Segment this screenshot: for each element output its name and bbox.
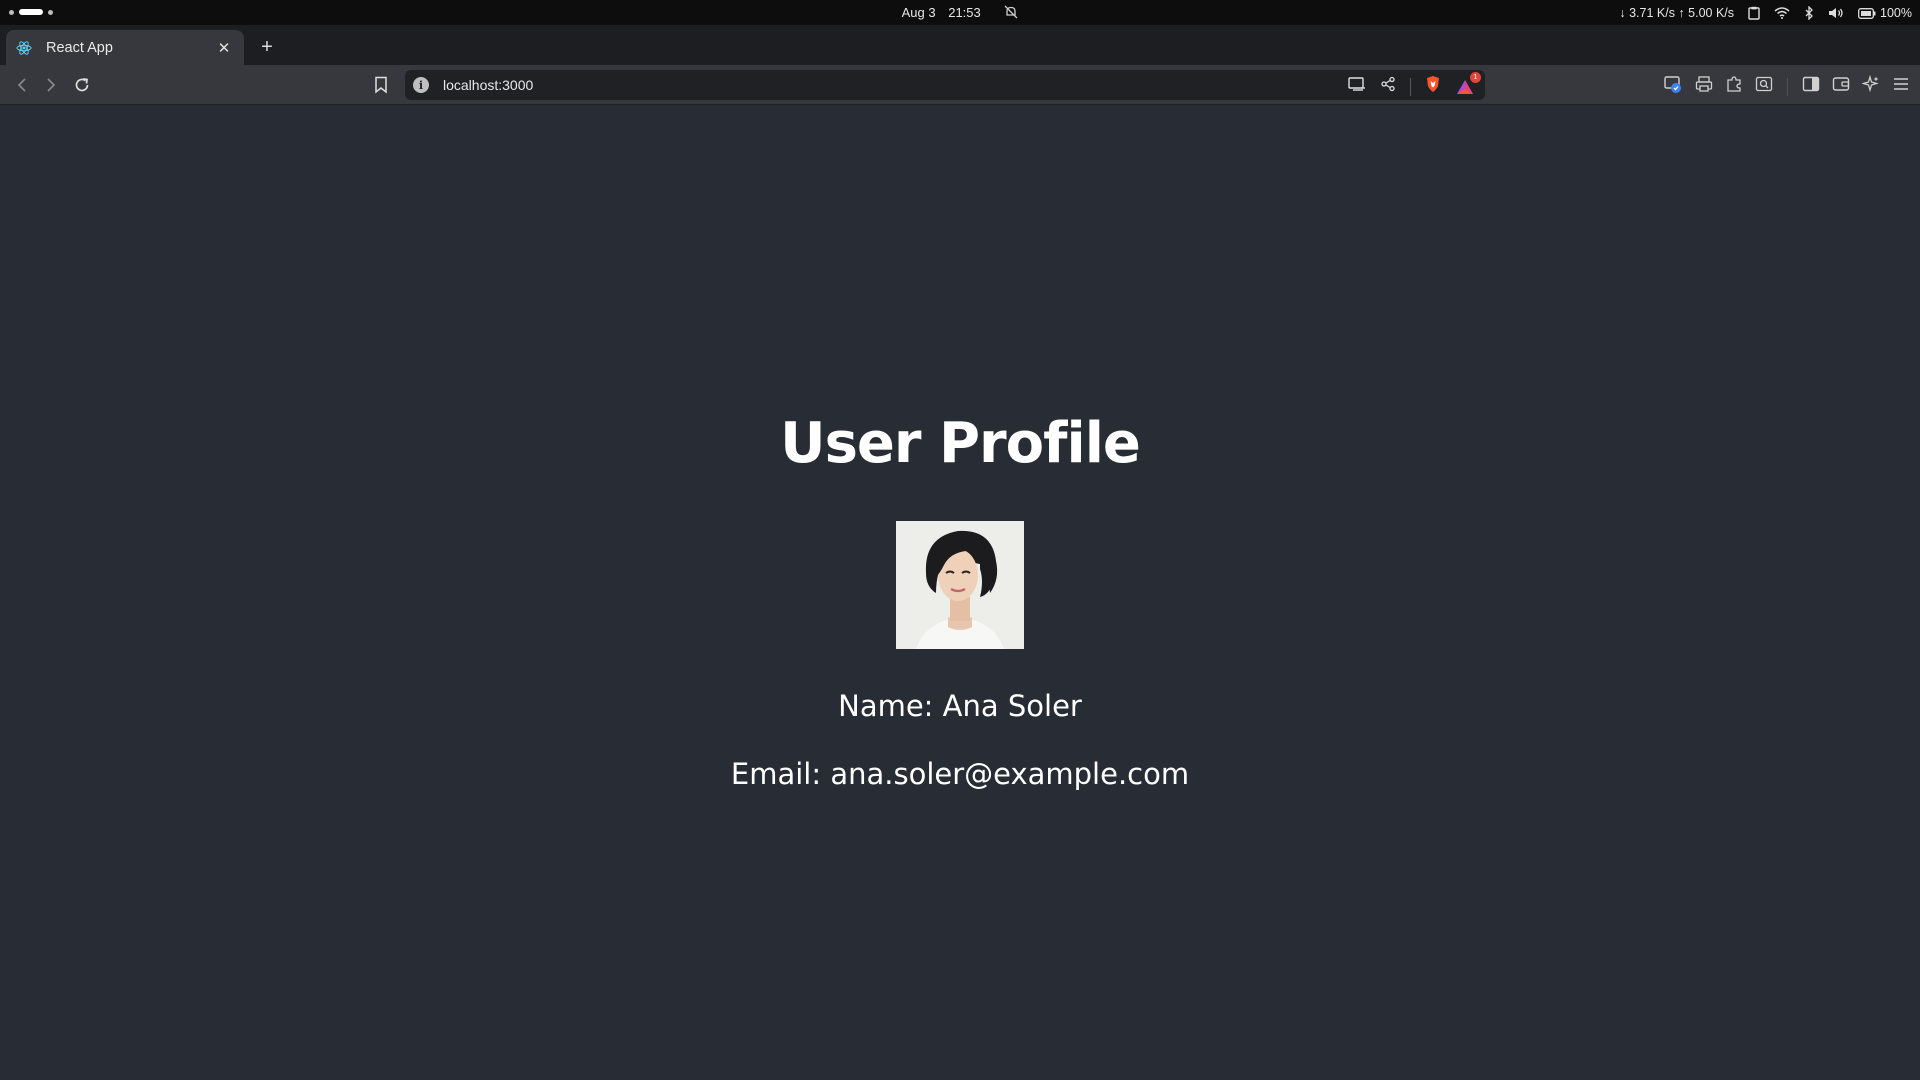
battery-indicator[interactable]: 100% — [1858, 6, 1912, 20]
workspace-dot[interactable] — [48, 9, 53, 15]
rewards-badge: 1 — [1470, 71, 1481, 83]
reload-icon — [75, 78, 89, 92]
notifications-muted-icon[interactable] — [1004, 5, 1018, 22]
divider — [1410, 77, 1411, 96]
bookmark-button[interactable] — [370, 74, 392, 96]
workspace-dot[interactable] — [9, 9, 14, 15]
screenshot-icon[interactable] — [1755, 75, 1773, 98]
divider — [1787, 77, 1788, 96]
bluetooth-icon[interactable] — [1804, 6, 1814, 20]
profile-name: Name: Ana Soler — [838, 689, 1082, 723]
page-content: User Profile Name: Ana Soler Email: ana.… — [0, 105, 1920, 1080]
battery-percentage: 100% — [1880, 6, 1912, 20]
menu-icon[interactable] — [1892, 75, 1910, 98]
new-tab-button[interactable]: + — [256, 36, 278, 58]
wifi-icon[interactable] — [1774, 7, 1790, 19]
forward-button[interactable] — [40, 74, 62, 96]
reload-button[interactable] — [71, 74, 93, 96]
clock-time[interactable]: 21:53 — [948, 5, 981, 20]
system-tray[interactable]: ↓ 3.71 K/s ↑ 5.00 K/s 100% — [1619, 3, 1912, 23]
brave-rewards-button[interactable]: 1 — [1455, 71, 1481, 97]
site-info-icon[interactable]: i — [413, 77, 429, 93]
back-arrow-icon — [17, 78, 26, 92]
clock-date[interactable]: Aug 3 — [902, 5, 936, 20]
print-icon[interactable] — [1695, 75, 1713, 98]
avatar — [896, 521, 1024, 649]
extensions-puzzle-icon[interactable] — [1725, 75, 1743, 98]
network-speed: ↓ 3.71 K/s ↑ 5.00 K/s — [1619, 6, 1735, 20]
page-title: User Profile — [780, 411, 1141, 476]
system-top-bar: Aug 3 21:53 ↓ 3.71 K/s ↑ 5.00 K/s 100% — [0, 0, 1920, 25]
cast-icon[interactable] — [1348, 76, 1366, 97]
forward-arrow-icon — [47, 78, 56, 92]
back-button[interactable] — [11, 74, 33, 96]
tab-title: React App — [46, 39, 113, 56]
clipboard-icon[interactable] — [1748, 6, 1760, 20]
sidebar-toggle-icon[interactable] — [1802, 75, 1820, 98]
browser-tab-active[interactable]: React App ✕ — [6, 30, 244, 65]
workspace-indicator[interactable] — [9, 9, 53, 15]
profile-email: Email: ana.soler@example.com — [730, 757, 1190, 791]
browser-toolbar: i localhost:3000 1 — [0, 65, 1920, 105]
workspace-active[interactable] — [19, 9, 43, 15]
address-bar-actions: 1 — [1348, 71, 1481, 98]
url-text[interactable]: localhost:3000 — [443, 77, 533, 93]
brave-shields-icon[interactable] — [1425, 75, 1441, 98]
volume-icon[interactable] — [1828, 6, 1844, 20]
address-bar[interactable]: i localhost:3000 1 — [405, 70, 1485, 100]
browser-tab-strip: React App ✕ + — [0, 25, 1920, 65]
react-logo-icon — [16, 40, 32, 56]
extensions-area — [1663, 74, 1910, 99]
vpn-extension-icon[interactable] — [1663, 74, 1683, 99]
close-tab-icon[interactable]: ✕ — [214, 38, 234, 58]
bookmark-icon — [375, 76, 387, 94]
wallet-icon[interactable] — [1832, 75, 1850, 98]
share-icon[interactable] — [1380, 76, 1396, 97]
leo-ai-icon[interactable] — [1861, 74, 1880, 98]
